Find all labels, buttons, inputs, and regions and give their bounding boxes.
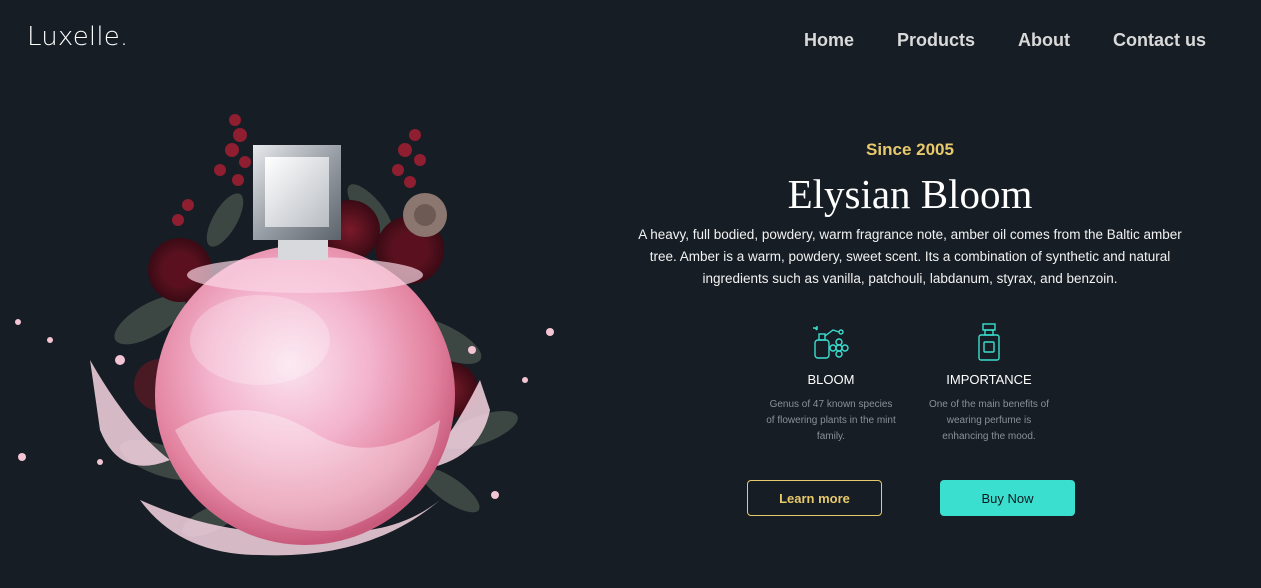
buy-now-button[interactable]: Buy Now — [940, 480, 1075, 516]
nav-home[interactable]: Home — [804, 30, 854, 51]
hero-content: Since 2005 Elysian Bloom A heavy, full b… — [630, 140, 1190, 290]
feature-bloom: BLOOM Genus of 47 known species of flowe… — [755, 322, 907, 445]
hero-description: A heavy, full bodied, powdery, warm frag… — [638, 227, 1182, 286]
hero-kicker: Since 2005 — [866, 140, 954, 159]
main-nav: Home Products About Contact us — [804, 30, 1206, 51]
feature-importance-text: One of the main benefits of wearing perf… — [928, 399, 1050, 442]
feature-importance-title: IMPORTANCE — [946, 372, 1032, 387]
feature-bloom-title: BLOOM — [807, 372, 855, 387]
perfume-bottle-icon — [978, 323, 1000, 361]
perfume-flower-icon — [813, 326, 849, 359]
learn-more-button[interactable]: Learn more — [747, 480, 882, 516]
nav-products[interactable]: Products — [897, 30, 975, 51]
nav-about[interactable]: About — [1018, 30, 1070, 51]
feature-importance: IMPORTANCE One of the main benefits of w… — [913, 322, 1065, 445]
feature-bloom-text: Genus of 47 known species of flowering p… — [766, 399, 896, 442]
brand-logo[interactable]: Luxelle. — [27, 22, 128, 52]
nav-contact-us[interactable]: Contact us — [1113, 30, 1206, 51]
feature-list: BLOOM Genus of 47 known species of flowe… — [755, 322, 1065, 445]
perfume-bottle-image — [15, 114, 554, 556]
hero-title: Elysian Bloom — [787, 171, 1033, 217]
